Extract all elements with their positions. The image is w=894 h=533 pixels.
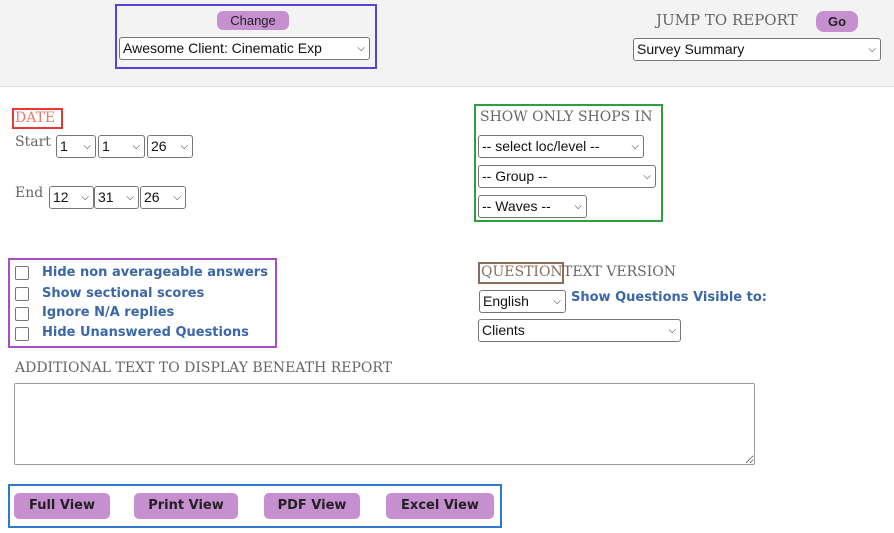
- ignore-na-checkbox[interactable]: [15, 307, 29, 321]
- group-value: -- Group --: [482, 168, 548, 184]
- end-year-value: 26: [144, 189, 160, 205]
- pdf-view-button[interactable]: PDF View: [264, 493, 360, 519]
- chevron-down-icon: ⌵: [868, 44, 876, 55]
- start-label: Start: [15, 134, 51, 150]
- chevron-down-icon: ⌵: [668, 325, 676, 336]
- chevron-down-icon: ⌵: [574, 201, 582, 212]
- date-title: DATE: [15, 110, 56, 126]
- end-month-select[interactable]: 12 ⌵: [49, 186, 94, 209]
- end-day-value: 31: [98, 189, 114, 205]
- hide-non-averageable-checkbox[interactable]: [15, 266, 29, 280]
- go-button[interactable]: Go: [816, 11, 858, 32]
- start-day-value: 1: [102, 138, 110, 154]
- chevron-down-icon: ⌵: [173, 192, 181, 203]
- show-sectional-scores-label[interactable]: Show sectional scores: [42, 286, 204, 301]
- chevron-down-icon: ⌵: [553, 296, 561, 307]
- additional-text-label: ADDITIONAL TEXT TO DISPLAY BENEATH REPOR…: [15, 360, 393, 376]
- ignore-na-label[interactable]: Ignore N/A replies: [42, 305, 174, 320]
- loc-level-select[interactable]: -- select loc/level -- ⌵: [478, 135, 644, 158]
- chevron-down-icon: ⌵: [132, 141, 140, 152]
- language-select[interactable]: English ⌵: [479, 290, 566, 313]
- end-day-select[interactable]: 31 ⌵: [94, 186, 139, 209]
- full-view-button[interactable]: Full View: [14, 493, 110, 519]
- waves-select[interactable]: -- Waves -- ⌵: [478, 195, 587, 218]
- additional-text-area[interactable]: [14, 383, 755, 465]
- excel-view-button[interactable]: Excel View: [386, 493, 494, 519]
- show-questions-visible-label: Show Questions Visible to:: [571, 290, 767, 305]
- jump-to-report-label: JUMP TO REPORT: [656, 11, 798, 29]
- hide-unanswered-checkbox[interactable]: [15, 327, 29, 341]
- start-year-value: 26: [151, 138, 167, 154]
- shops-title: SHOW ONLY SHOPS IN: [480, 109, 653, 125]
- chevron-down-icon: ⌵: [126, 192, 134, 203]
- start-year-select[interactable]: 26 ⌵: [147, 135, 193, 158]
- hide-unanswered-label[interactable]: Hide Unanswered Questions: [42, 325, 249, 340]
- group-select[interactable]: -- Group -- ⌵: [478, 165, 656, 188]
- change-client-button[interactable]: Change: [217, 11, 289, 30]
- end-year-select[interactable]: 26 ⌵: [140, 186, 186, 209]
- show-sectional-scores-checkbox[interactable]: [15, 287, 29, 301]
- start-day-select[interactable]: 1 ⌵: [98, 135, 145, 158]
- chevron-down-icon: ⌵: [180, 141, 188, 152]
- chevron-down-icon: ⌵: [631, 141, 639, 152]
- client-select[interactable]: Awesome Client: Cinematic Exp ⌵: [119, 37, 370, 60]
- question-title-part1: QUESTION: [481, 264, 563, 280]
- visible-to-select[interactable]: Clients ⌵: [478, 319, 681, 342]
- print-view-button[interactable]: Print View: [134, 493, 238, 519]
- chevron-down-icon: ⌵: [83, 141, 91, 152]
- visible-to-value: Clients: [482, 322, 525, 338]
- client-select-value: Awesome Client: Cinematic Exp: [123, 40, 322, 56]
- report-select[interactable]: Survey Summary ⌵: [633, 38, 881, 61]
- loc-level-value: -- select loc/level --: [482, 138, 600, 154]
- hide-non-averageable-label[interactable]: Hide non averageable answers: [42, 265, 268, 280]
- chevron-down-icon: ⌵: [357, 43, 365, 54]
- end-label: End: [15, 185, 44, 201]
- language-value: English: [483, 293, 529, 309]
- chevron-down-icon: ⌵: [643, 171, 651, 182]
- report-select-value: Survey Summary: [637, 41, 745, 57]
- question-title-part2: TEXT VERSION: [563, 264, 677, 280]
- end-month-value: 12: [53, 189, 69, 205]
- start-month-select[interactable]: 1 ⌵: [56, 135, 96, 158]
- waves-value: -- Waves --: [482, 198, 551, 214]
- chevron-down-icon: ⌵: [81, 192, 89, 203]
- start-month-value: 1: [60, 138, 68, 154]
